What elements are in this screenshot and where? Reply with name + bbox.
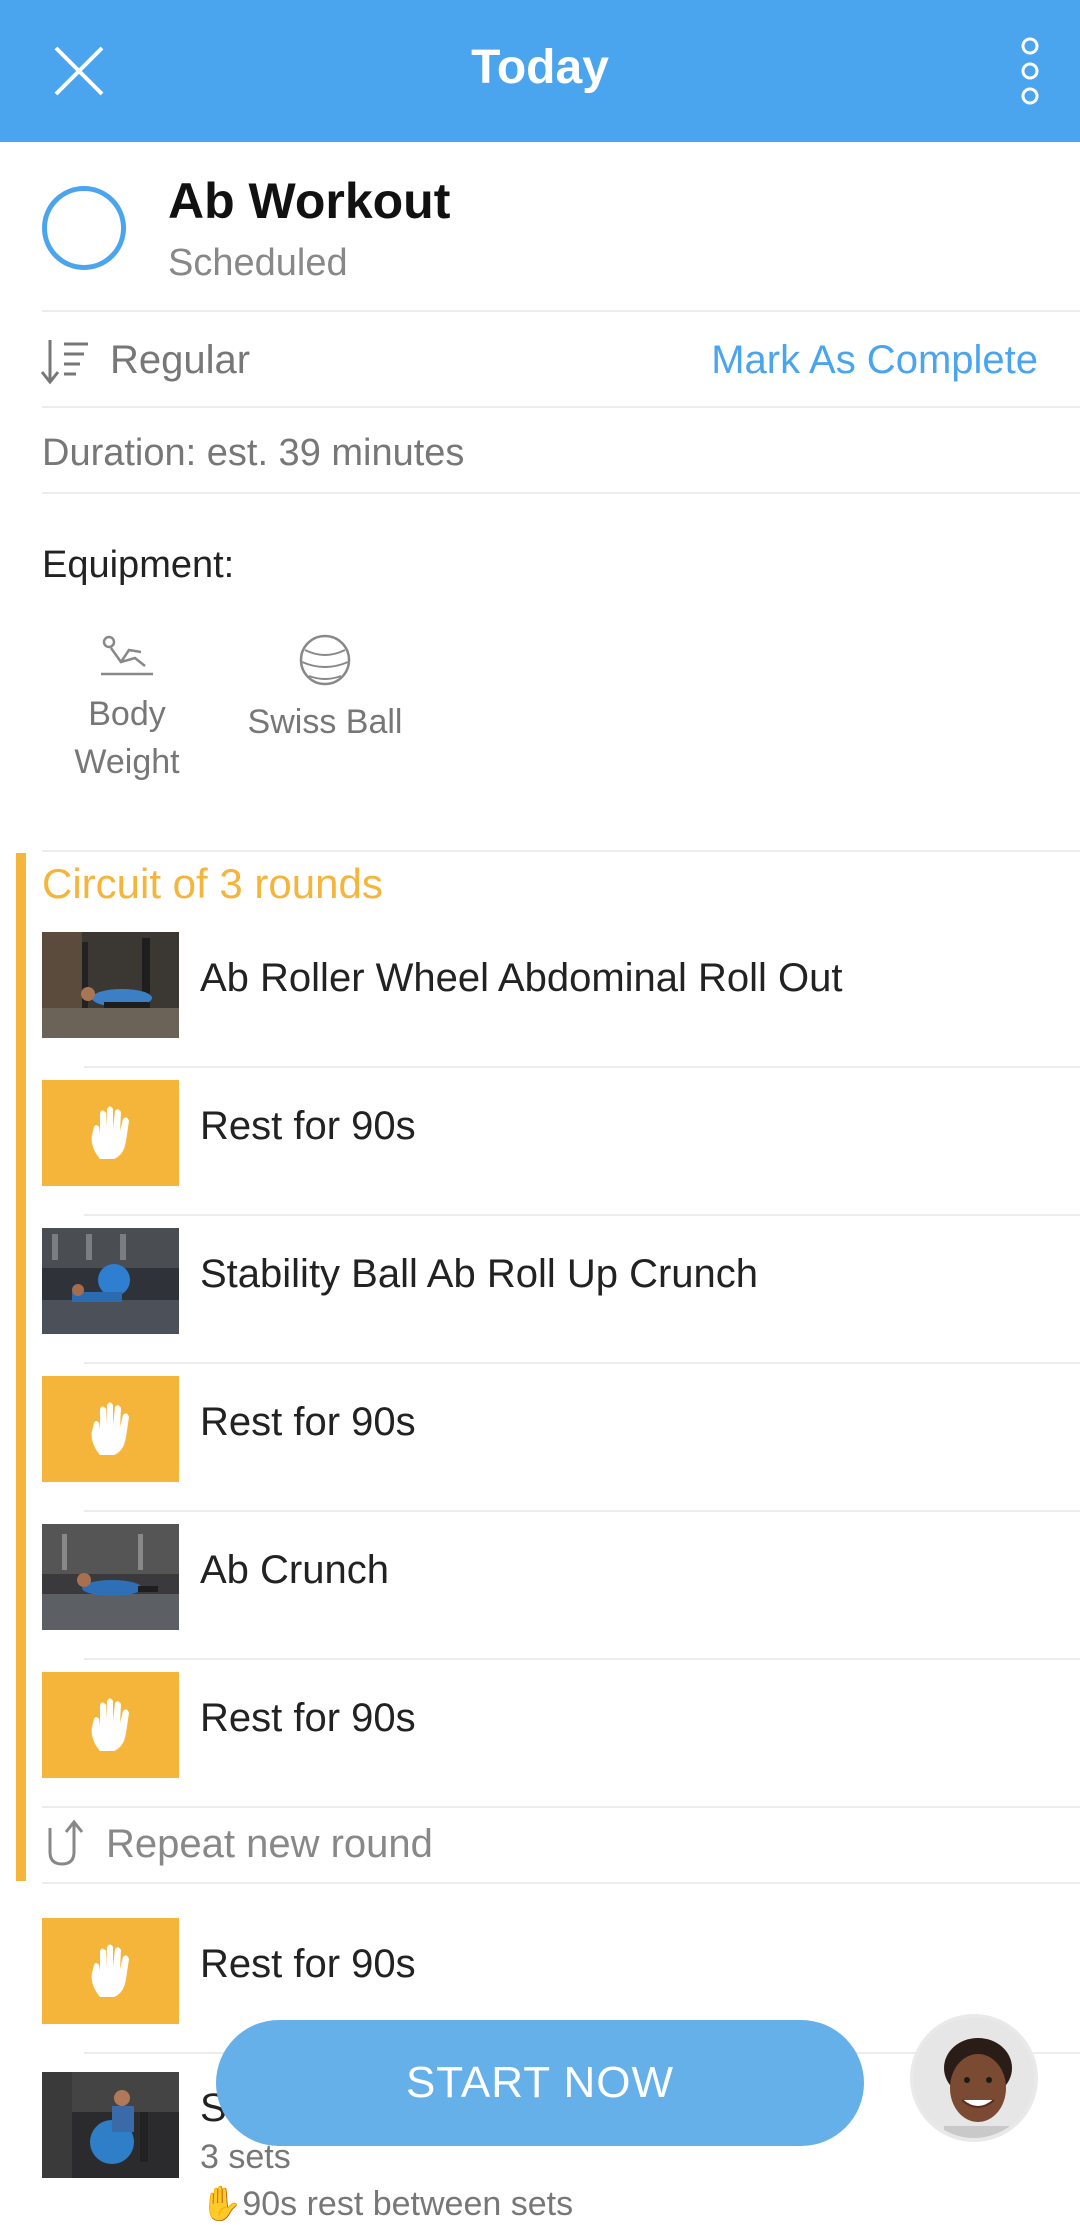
exercise-row[interactable]: Stability Ball Ab Roll Up Crunch xyxy=(0,1216,1080,1364)
workout-name: Ab Workout xyxy=(168,173,451,229)
exercise-row[interactable]: Ab Crunch xyxy=(0,1512,1080,1660)
repeat-icon xyxy=(48,1819,84,1866)
exercise-thumbnail xyxy=(42,2072,179,2178)
hand-icon xyxy=(91,1106,129,1159)
mark-as-complete-link[interactable]: Mark As Complete xyxy=(711,338,1038,383)
more-options-icon[interactable] xyxy=(1012,36,1048,106)
divider xyxy=(42,406,1080,408)
hand-icon xyxy=(91,1698,129,1751)
exercise-thumbnail xyxy=(42,1228,179,1334)
start-now-button[interactable]: START NOW xyxy=(216,2020,864,2146)
workout-header: Ab Workout Scheduled xyxy=(0,142,1080,310)
rest-label: Rest for 90s xyxy=(200,1104,416,1148)
workout-type-row: Regular Mark As Complete xyxy=(0,312,1080,408)
coach-avatar[interactable] xyxy=(910,2014,1038,2142)
equipment-title: Equipment: xyxy=(42,544,235,586)
equipment-item-swiss-ball: Swiss Ball xyxy=(240,632,410,746)
exercise-name: Ab Roller Wheel Abdominal Roll Out xyxy=(200,956,843,1000)
completion-checkbox[interactable] xyxy=(42,186,126,270)
equipment-label: Body xyxy=(88,695,166,733)
workout-status: Scheduled xyxy=(168,242,348,284)
divider xyxy=(42,850,1080,852)
rest-thumbnail xyxy=(42,1672,179,1778)
divider xyxy=(42,1882,1080,1884)
swiss-ball-icon xyxy=(299,634,351,686)
repeat-round-row: Repeat new round xyxy=(0,1808,1080,1882)
rest-thumbnail xyxy=(42,1080,179,1186)
hand-icon xyxy=(91,1402,129,1455)
sort-order-icon[interactable] xyxy=(40,336,90,386)
hand-icon xyxy=(91,1944,129,1997)
equipment-label: Swiss Ball xyxy=(247,703,403,741)
exercise-name: Ab Crunch xyxy=(200,1548,389,1592)
equipment-item-body-weight: Body Weight xyxy=(42,632,212,786)
equipment-label: Weight xyxy=(74,743,180,781)
rest-label: Rest for 90s xyxy=(200,1696,416,1740)
rest-label: Rest for 90s xyxy=(200,1400,416,1444)
rest-thumbnail xyxy=(42,1376,179,1482)
rest-label: Rest for 90s xyxy=(200,1942,416,1986)
rest-row: Rest for 90s xyxy=(0,1364,1080,1512)
divider xyxy=(42,492,1080,494)
body-weight-icon xyxy=(101,635,153,676)
rest-thumbnail xyxy=(42,1918,179,2024)
top-app-bar: Today xyxy=(0,0,1080,142)
exercise-thumbnail xyxy=(42,1524,179,1630)
exercise-name: Stability Ball Ab Roll Up Crunch xyxy=(200,1252,759,1296)
duration-text: Duration: est. 39 minutes xyxy=(42,432,465,474)
page-title: Today xyxy=(471,41,609,94)
repeat-round-label: Repeat new round xyxy=(106,1822,433,1866)
rest-between-sets: ✋90s rest between sets xyxy=(200,2185,574,2223)
exercise-thumbnail xyxy=(42,932,179,1038)
exercise-row[interactable]: Ab Roller Wheel Abdominal Roll Out xyxy=(0,920,1080,1068)
hand-emoji-icon: ✋ xyxy=(200,2185,243,2223)
rest-row: Rest for 90s xyxy=(0,1660,1080,1808)
rest-row: Rest for 90s xyxy=(0,1068,1080,1216)
circuit-title: Circuit of 3 rounds xyxy=(42,860,383,907)
workout-type-label[interactable]: Regular xyxy=(110,338,250,383)
